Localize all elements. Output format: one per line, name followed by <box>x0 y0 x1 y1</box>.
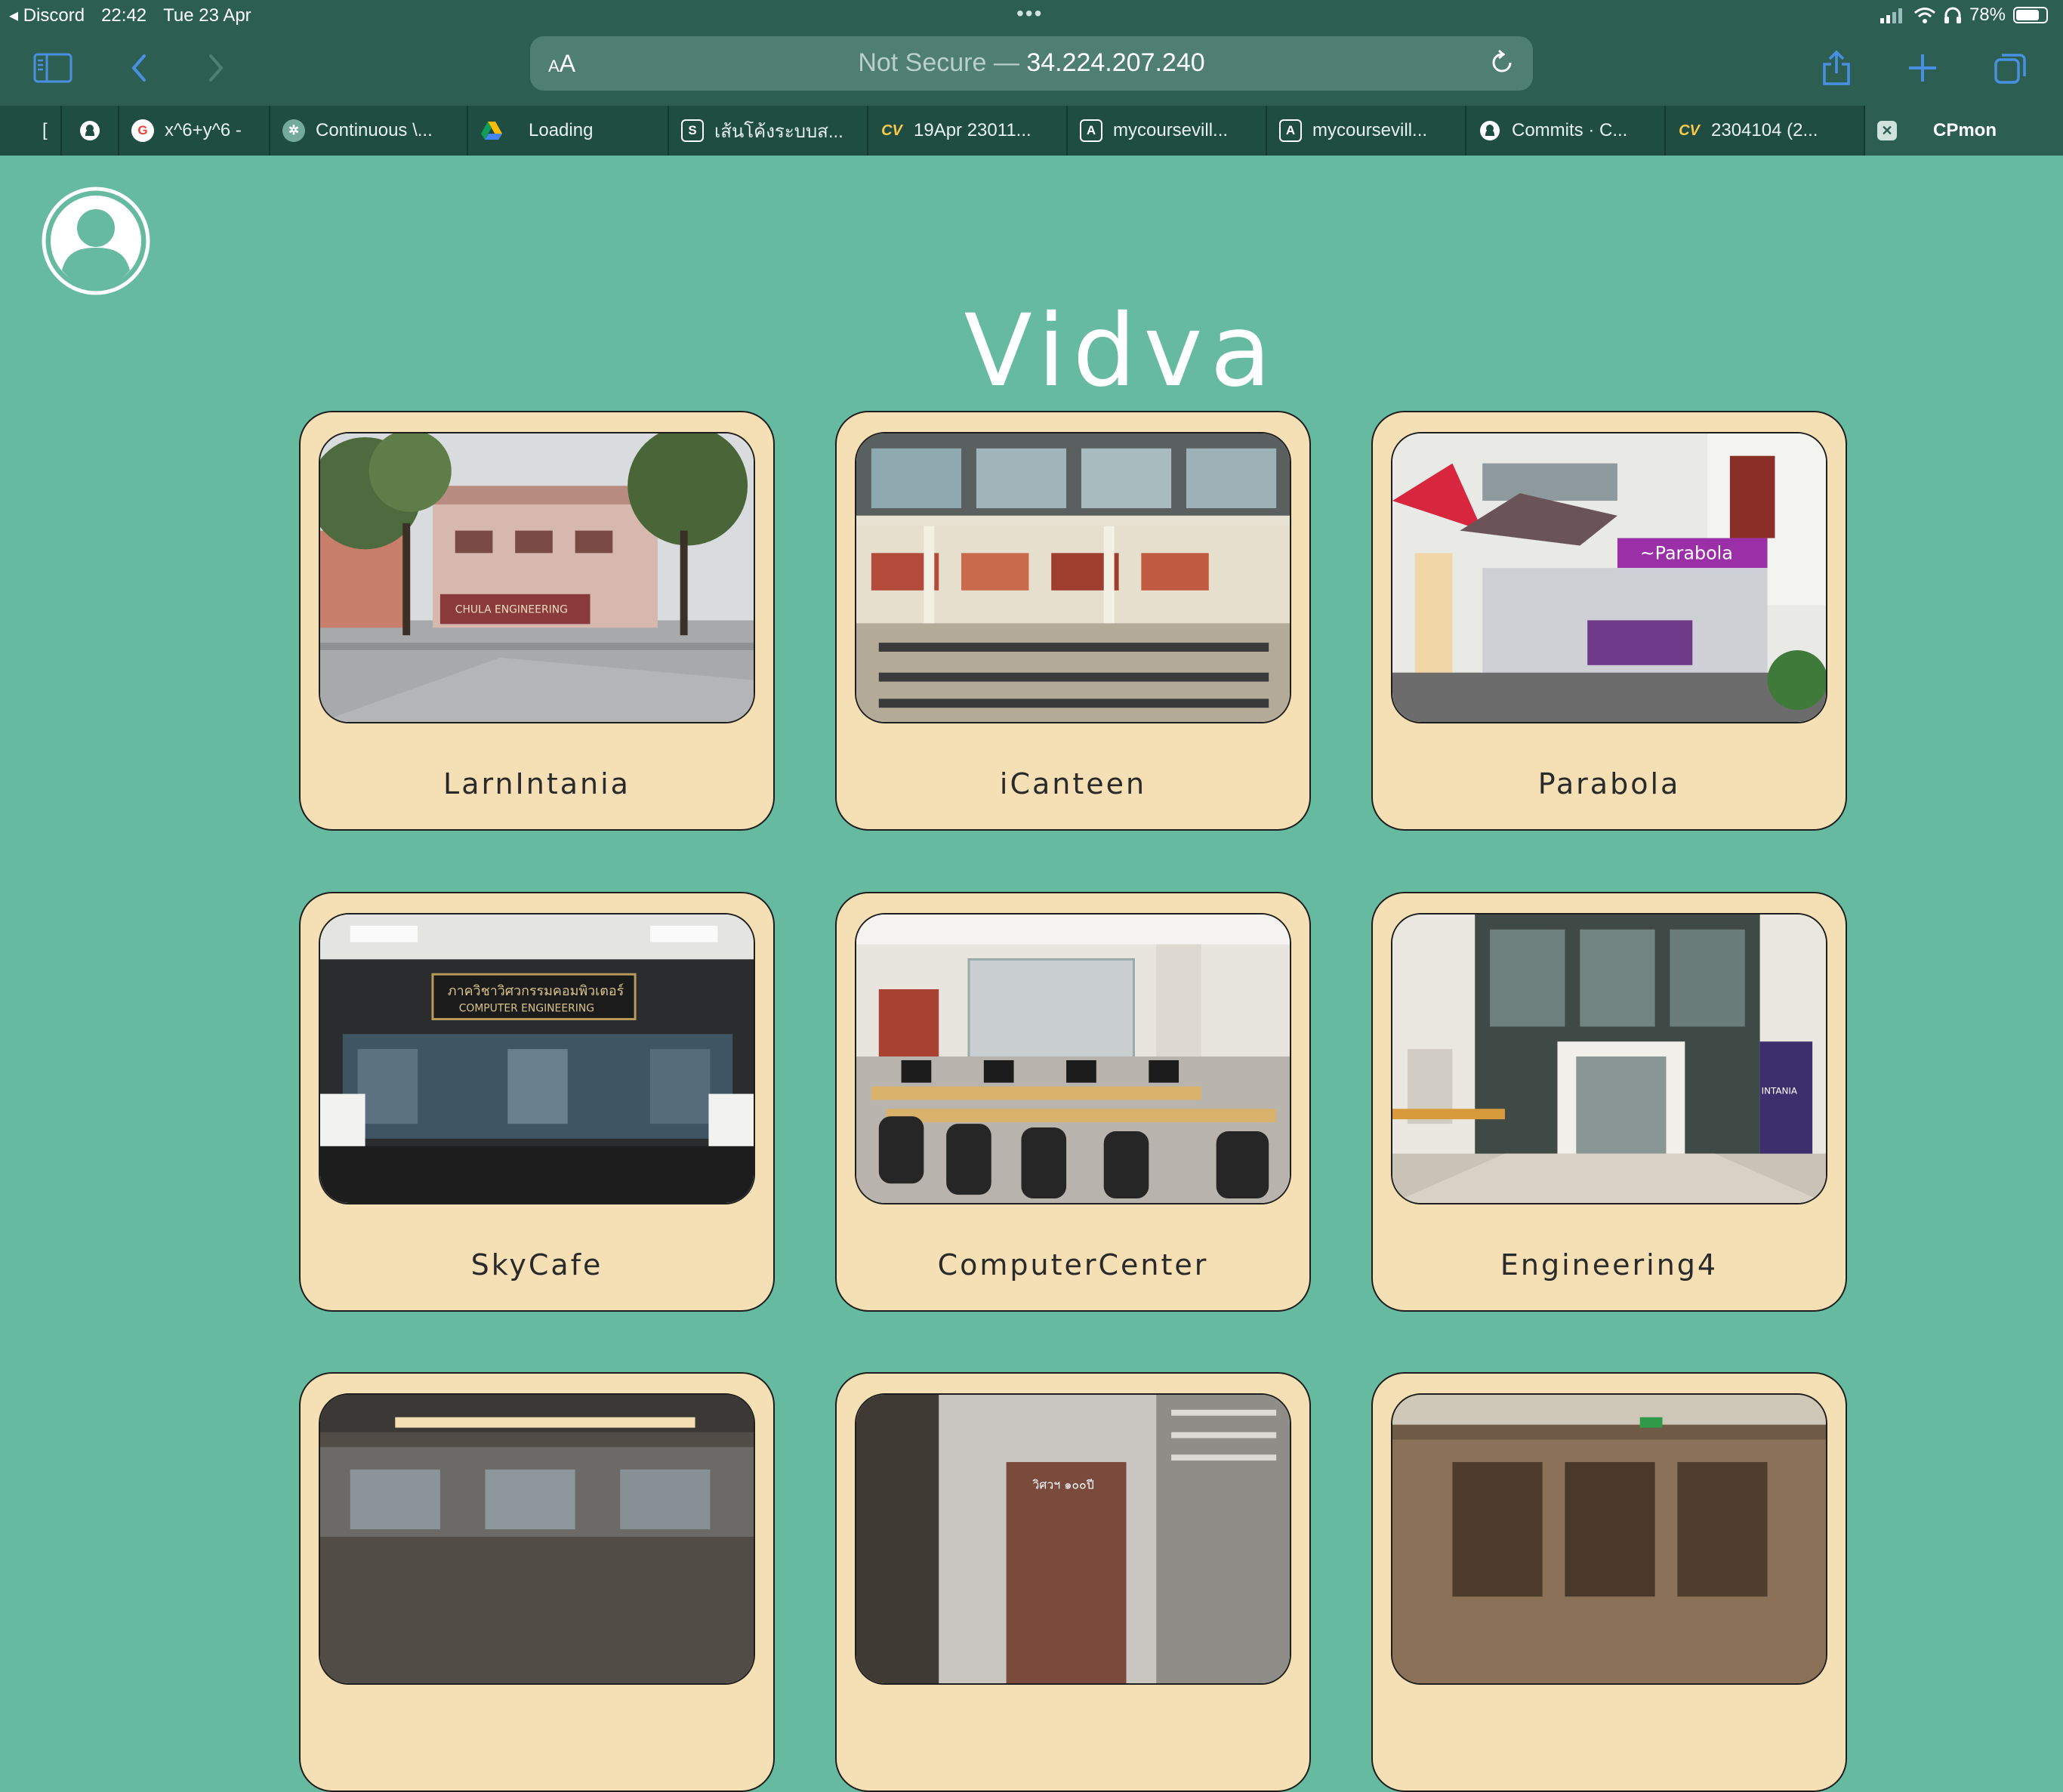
url-text[interactable]: Not Secure — 34.224.207.240 <box>530 48 1533 78</box>
place-photo: ~Parabola <box>1391 432 1827 723</box>
place-card-engineering4[interactable]: INTANIA Engineering4 <box>1371 892 1847 1312</box>
github-icon <box>1480 121 1500 140</box>
tab-partial-edge-icon: [ <box>42 120 48 140</box>
place-photo <box>319 1393 755 1685</box>
battery-icon <box>2013 7 2048 23</box>
github-icon <box>80 121 100 140</box>
back-app-label: Discord <box>23 5 85 26</box>
chevron-left-icon <box>131 54 146 82</box>
signal-icon <box>1880 8 1902 23</box>
url-host: 34.224.207.240 <box>1026 48 1205 77</box>
tab-8[interactable]: CV 2304104 (2... <box>1664 106 1864 156</box>
tab-label: 2304104 (2... <box>1711 120 1818 140</box>
tab-label: x^6+y^6 - <box>165 120 242 140</box>
mycourseville-icon: CV <box>1679 122 1700 139</box>
chevron-right-icon <box>209 54 224 82</box>
photo-sign-text: ภาควิชาวิศวกรรมคอมพิวเตอร์ <box>448 983 624 999</box>
tab-strip: [ G x^6+y^6 - ✲ Continuous \... Loading … <box>0 106 2063 156</box>
status-time: 22:42 <box>101 5 147 26</box>
tab-label: เส้นโค้งระบบส... <box>714 121 843 142</box>
tab-github-pinned[interactable] <box>60 106 118 156</box>
new-tab-button[interactable] <box>1900 45 1945 91</box>
place-photo <box>1391 1393 1827 1685</box>
share-icon <box>1823 50 1850 85</box>
back-button[interactable] <box>116 45 162 91</box>
tab-label: CPmon <box>1933 120 1997 140</box>
place-photo: ภาควิชาวิศวกรรมคอมพิวเตอร์ COMPUTER ENGI… <box>319 913 755 1204</box>
profile-avatar-button[interactable] <box>41 186 151 296</box>
headphones-icon <box>1944 7 1961 23</box>
back-arrow-icon: ◂ <box>9 5 19 26</box>
place-card-larnintania[interactable]: CHULA ENGINEERING LarnIntania <box>299 411 775 831</box>
tab-6[interactable]: A mycoursevill... <box>1266 106 1465 156</box>
chatgpt-icon: ✲ <box>282 119 305 142</box>
tab-7[interactable]: Commits · C... <box>1465 106 1664 156</box>
status-date: Tue 23 Apr <box>163 5 251 26</box>
place-card-computercenter[interactable]: ComputerCenter <box>835 892 1311 1312</box>
mycourseville-icon: CV <box>881 122 902 139</box>
a-icon: A <box>1279 119 1302 142</box>
place-card-9[interactable] <box>1371 1372 1847 1792</box>
share-button[interactable] <box>1814 45 1859 91</box>
user-avatar-icon <box>42 187 150 295</box>
tab-0[interactable]: G x^6+y^6 - <box>118 106 269 156</box>
tab-overview-button[interactable] <box>1987 45 2033 91</box>
scribd-icon: S <box>681 119 704 142</box>
place-photo: CHULA ENGINEERING <box>319 432 755 723</box>
tab-label: mycoursevill... <box>1312 120 1428 140</box>
tab-5[interactable]: A mycoursevill... <box>1066 106 1266 156</box>
place-card-label: Engineering4 <box>1500 1248 1719 1282</box>
tab-9[interactable]: ✕ CPmon <box>1864 106 2063 156</box>
place-card-label: ComputerCenter <box>937 1248 1209 1282</box>
wifi-icon <box>1913 8 1935 23</box>
place-photo <box>855 913 1291 1204</box>
address-bar[interactable]: AA Not Secure — 34.224.207.240 <box>530 36 1533 91</box>
forward-button[interactable] <box>193 45 239 91</box>
tab-4[interactable]: CV 19Apr 23011... <box>867 106 1066 156</box>
photo-sign-text: วิศวฯ ๑๐๐ปี <box>1032 1478 1094 1492</box>
multitasking-dots-icon[interactable]: ••• <box>1016 2 1043 26</box>
battery-percent: 78% <box>1969 5 2006 25</box>
tab-label: 19Apr 23011... <box>914 120 1032 140</box>
browser-toolbar: AA Not Secure — 34.224.207.240 <box>0 30 2063 106</box>
a-icon: A <box>1080 119 1102 142</box>
site-title: Vidva <box>964 293 1279 410</box>
place-photo: วิศวฯ ๑๐๐ปี <box>855 1393 1291 1685</box>
photo-sign-text: INTANIA <box>1762 1086 1798 1096</box>
tab-label: Loading <box>529 120 594 140</box>
tab-label: Commits · C... <box>1512 120 1628 140</box>
place-photo: INTANIA <box>1391 913 1827 1204</box>
place-card-label: SkyCafe <box>470 1248 603 1282</box>
place-card-8[interactable]: วิศวฯ ๑๐๐ปี <box>835 1372 1311 1792</box>
tab-1[interactable]: ✲ Continuous \... <box>269 106 467 156</box>
tab-3[interactable]: S เส้นโค้งระบบส... <box>668 106 867 156</box>
photo-sign-text: ~Parabola <box>1640 542 1733 563</box>
place-card-label: iCanteen <box>999 767 1147 800</box>
google-drive-icon <box>481 122 502 140</box>
sidebar-icon <box>33 53 72 83</box>
photo-sign-text: COMPUTER ENGINEERING <box>459 1003 594 1015</box>
place-card-label: Parabola <box>1537 767 1681 800</box>
plus-icon <box>1909 54 1936 82</box>
reload-icon[interactable] <box>1488 48 1516 80</box>
tab-label: mycoursevill... <box>1113 120 1229 140</box>
tabs-overview-icon <box>1994 54 2026 84</box>
back-to-app-link[interactable]: ◂ Discord <box>9 5 85 26</box>
place-card-parabola[interactable]: ~Parabola Parabola <box>1371 411 1847 831</box>
place-card-label: LarnIntania <box>443 767 631 800</box>
tab-2[interactable]: Loading <box>467 106 668 156</box>
status-bar: ◂ Discord 22:42 Tue 23 Apr ••• 78% <box>0 0 2063 30</box>
close-tab-icon[interactable]: ✕ <box>1877 121 1897 140</box>
place-card-7[interactable] <box>299 1372 775 1792</box>
security-label: Not Secure — <box>858 48 1019 77</box>
battery-fill <box>2016 10 2039 20</box>
google-icon: G <box>131 119 154 142</box>
photo-sign-text: CHULA ENGINEERING <box>455 604 568 616</box>
place-card-skycafe[interactable]: ภาควิชาวิศวกรรมคอมพิวเตอร์ COMPUTER ENGI… <box>299 892 775 1312</box>
tab-partial[interactable]: [ <box>0 106 60 156</box>
place-card-icanteen[interactable]: iCanteen <box>835 411 1311 831</box>
sidebar-toggle-button[interactable] <box>30 45 76 91</box>
place-photo <box>855 432 1291 723</box>
tab-label: Continuous \... <box>316 120 433 140</box>
